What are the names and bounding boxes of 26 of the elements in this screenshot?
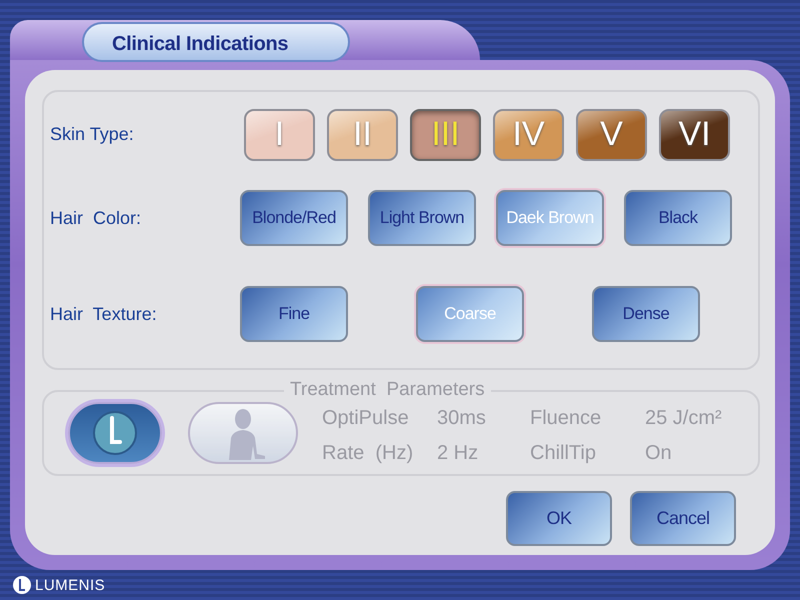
skin-type-button[interactable]: IV [493, 108, 564, 161]
hair-texture-button[interactable]: Dense [592, 286, 700, 342]
hair-color-button[interactable]: Black [624, 190, 732, 246]
clock-hand-icon [92, 410, 138, 456]
skin-type-button[interactable]: VI [659, 108, 730, 161]
dialog-title: Clinical Indications [82, 22, 350, 62]
parameter-name: Fluence [530, 407, 602, 430]
hair-texture-button[interactable]: Fine [240, 286, 348, 342]
parameter-value: 2 Hz [437, 442, 480, 465]
logo-text: LUMENIS [35, 576, 106, 594]
hair-color-button[interactable]: Blonde/Red [240, 190, 348, 246]
logo-icon [12, 575, 32, 595]
row-label: Skin Type: [50, 124, 135, 146]
parameter-name: Rate (Hz) [322, 442, 414, 465]
ok-button[interactable]: OK [506, 491, 612, 546]
parameter-value: 30ms [437, 407, 487, 430]
pulse-mode-button[interactable] [68, 402, 162, 464]
parameter-value: 25 J/cm² [645, 407, 723, 430]
row-label: Hair Color: [50, 208, 142, 229]
parameter-name: OptiPulse [322, 407, 410, 430]
parameter-value: On [645, 442, 673, 465]
cancel-button[interactable]: Cancel [630, 491, 736, 546]
skin-type-button[interactable]: V [576, 108, 647, 161]
parameter-name: ChillTip [530, 442, 597, 465]
row-label: Hair Texture: [50, 304, 158, 325]
hair-color-button[interactable]: Light Brown [368, 190, 476, 246]
